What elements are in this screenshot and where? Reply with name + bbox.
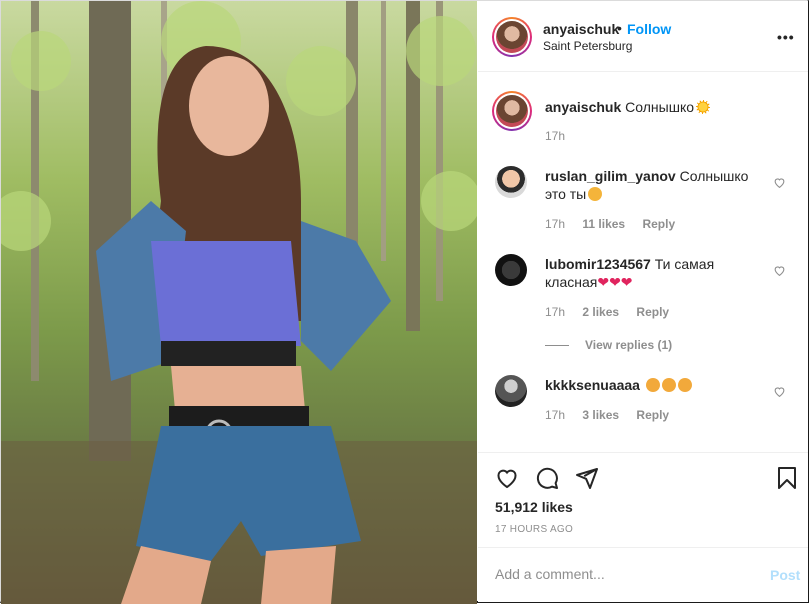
comment-username[interactable]: ruslan_gilim_yanov (545, 168, 676, 184)
add-comment-bar: Post (478, 547, 808, 602)
comment-icon[interactable] (535, 466, 559, 490)
reply-button[interactable]: Reply (636, 305, 669, 319)
comment-likes[interactable]: 11 likes (582, 217, 625, 231)
bookmark-icon[interactable] (775, 466, 799, 490)
caption-body: Солнышко (625, 99, 695, 115)
divider (545, 345, 569, 347)
caption-text: anyaischuk Солнышко (545, 98, 770, 116)
commenter-avatar[interactable] (495, 166, 527, 198)
forest-photo-illustration (1, 1, 477, 604)
caption-meta: 17h (545, 129, 579, 143)
comment-like-heart-icon[interactable] (773, 385, 786, 398)
comment-username[interactable]: kkkksenuaaaa (545, 377, 640, 393)
comment-time[interactable]: 17h (545, 305, 565, 319)
comments-list[interactable]: anyaischuk Солнышко 17h ruslan_gilim_yan… (478, 73, 808, 451)
post-header: anyaischuk • Follow Saint Petersburg ••• (478, 1, 808, 72)
share-icon[interactable] (575, 466, 599, 490)
post-timestamp[interactable]: 17 HOURS AGO (495, 524, 573, 535)
post-side-panel: anyaischuk • Follow Saint Petersburg •••… (478, 1, 808, 602)
comment-likes[interactable]: 3 likes (582, 408, 619, 422)
comment-like-heart-icon[interactable] (773, 264, 786, 277)
sun-emoji-icon (696, 100, 711, 114)
caption-username[interactable]: anyaischuk (545, 99, 621, 115)
follow-button[interactable]: Follow (627, 21, 671, 37)
comment-like-heart-icon[interactable] (773, 176, 786, 189)
location-link[interactable]: Saint Petersburg (543, 39, 632, 53)
comment-text: kkkksenuaaaa (545, 376, 770, 394)
comment-meta: 17h 3 likes Reply (545, 408, 683, 422)
view-replies-label: View replies (1) (585, 338, 673, 352)
post-dialog: anyaischuk • Follow Saint Petersburg •••… (0, 0, 809, 604)
heart-eyes-emoji-icon (588, 187, 603, 201)
comment-time[interactable]: 17h (545, 408, 565, 422)
caption-avatar[interactable] (492, 91, 532, 131)
comment-time[interactable]: 17h (545, 217, 565, 231)
comment-meta: 17h 11 likes Reply (545, 217, 689, 231)
comment-likes[interactable]: 2 likes (582, 305, 619, 319)
post-actions: 51,912 likes 17 HOURS AGO (478, 452, 808, 547)
reply-button[interactable]: Reply (642, 217, 675, 231)
header-separator: • (617, 20, 622, 36)
heart-icon[interactable] (495, 466, 519, 490)
likes-count[interactable]: 51,912 likes (495, 499, 573, 515)
comment-text: ruslan_gilim_yanov Солнышко это ты (545, 167, 770, 203)
reply-button[interactable]: Reply (636, 408, 669, 422)
caption-time[interactable]: 17h (545, 129, 565, 143)
post-photo[interactable] (1, 1, 477, 604)
avatar[interactable] (492, 17, 532, 57)
sad-face-emoji-icon (645, 378, 660, 392)
comment-meta: 17h 2 likes Reply (545, 305, 683, 319)
commenter-avatar[interactable] (495, 375, 527, 407)
header-username[interactable]: anyaischuk (543, 21, 619, 37)
sad-face-emoji-icon (661, 378, 676, 392)
post-button[interactable]: Post (770, 567, 800, 583)
comment-username[interactable]: lubomir1234567 (545, 256, 651, 272)
sad-face-emoji-icon (677, 378, 692, 392)
more-options-icon[interactable]: ••• (777, 29, 795, 45)
comment-text: lubomir1234567 Ти самая класная❤❤❤ (545, 255, 770, 291)
comment-input[interactable] (495, 566, 745, 582)
commenter-avatar[interactable] (495, 254, 527, 286)
red-hearts-emoji-icon: ❤❤❤ (597, 274, 633, 290)
view-replies-button[interactable]: View replies (1) (545, 338, 672, 352)
